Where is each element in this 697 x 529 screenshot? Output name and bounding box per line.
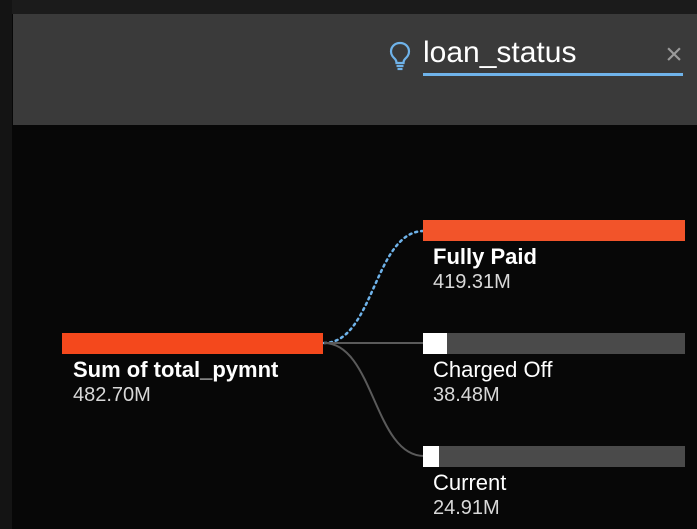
charged-off-bar[interactable]	[423, 333, 685, 354]
link-current	[323, 342, 425, 457]
decomposition-tree-visual: loan_status × Sum of total_pymnt 482.70M…	[0, 0, 697, 529]
fully-paid-label: Fully Paid	[433, 244, 537, 269]
current-bar-fill	[423, 446, 439, 467]
charged-off-bar-fill	[423, 333, 447, 354]
current-label: Current	[433, 470, 507, 495]
fully-paid-bar[interactable]	[423, 220, 685, 241]
root-bar[interactable]	[62, 333, 323, 354]
current-bar[interactable]	[423, 446, 685, 467]
fully-paid-bar-fill	[423, 220, 685, 241]
link-fully-paid	[322, 229, 426, 345]
fully-paid-value: 419.31M	[433, 271, 511, 293]
charged-off-value: 38.48M	[433, 384, 500, 406]
root-value: 482.70M	[73, 384, 151, 406]
charged-off-label: Charged Off	[433, 357, 553, 382]
current-value: 24.91M	[433, 497, 500, 519]
root-label: Sum of total_pymnt	[73, 357, 279, 382]
